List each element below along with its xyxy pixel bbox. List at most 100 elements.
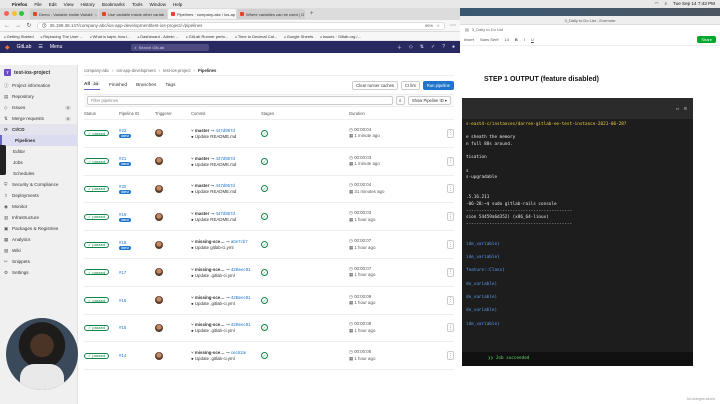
bookmark-item[interactable]: Issues · Gitlab.org /... [320, 34, 361, 39]
commit-sha[interactable]: 447d957d [215, 156, 235, 161]
insert-button[interactable]: Insert [464, 37, 474, 42]
minimize-window-button[interactable] [11, 11, 17, 16]
note-name[interactable]: 3_Daily to Do List [472, 27, 503, 32]
search-icon[interactable]: ⌕ [395, 96, 405, 105]
stage-passed-icon[interactable]: ✓ [261, 129, 268, 137]
commit-sha[interactable]: 447d957d [215, 128, 235, 133]
bookmark-item[interactable]: Dashboard - Admin ... [138, 34, 179, 39]
tab-finished[interactable]: Finished [109, 83, 127, 88]
menu-button[interactable]: Menu [50, 44, 63, 50]
branch-ref[interactable]: missing-sce… [195, 267, 225, 272]
sidebar-item-wiki[interactable]: ▧ Wiki [0, 245, 77, 256]
pipeline-id-link[interactable]: #19 [119, 212, 126, 217]
commit-sha[interactable]: 42Beec91 [231, 295, 251, 300]
more-actions-icon[interactable]: ⋮ [447, 240, 454, 250]
branch-ref[interactable]: missing-sce… [195, 322, 225, 327]
menu-tools[interactable]: Tools [132, 2, 143, 7]
stage-passed-icon[interactable]: ✓ [261, 185, 268, 193]
sidebar-project-header[interactable]: T test-ios-project [0, 65, 77, 80]
back-icon[interactable]: ← [4, 23, 10, 29]
avatar[interactable] [155, 351, 163, 360]
avatar[interactable] [155, 212, 163, 221]
browser-tab[interactable]: Demo - Variable inside Variabl × [30, 9, 98, 19]
browser-tab-active[interactable]: Pipelines · company-abc / ios-ap × [168, 9, 236, 19]
commit-message[interactable]: Update README.md [195, 189, 236, 194]
font-size-select[interactable]: 14 [504, 37, 508, 42]
table-row[interactable]: ✓ passed #14 ⑂ missing-sce… ⊸ cec61te ● U… [84, 342, 454, 371]
stage-passed-icon[interactable]: ✓ [261, 213, 268, 221]
bookmark-item[interactable]: What is kaptr, how i... [90, 34, 131, 39]
extensions-icon[interactable]: ⋯ [450, 22, 456, 29]
table-row[interactable]: ✓ passed #18 latest ⑂ missing-sce… ⊸ a0e7… [84, 231, 454, 259]
avatar[interactable] [155, 268, 163, 277]
bookmark-item[interactable]: Time to Decimal Cal... [235, 34, 277, 39]
sidebar-sub-schedules[interactable]: Schedules [0, 168, 77, 179]
sort-select[interactable]: Show Pipeline ID ▾ [407, 96, 451, 105]
tab-branches[interactable]: Branches [136, 83, 156, 88]
browser-tab[interactable]: Where variables can be used | G× [237, 9, 305, 19]
avatar[interactable] [155, 129, 163, 138]
sidebar-sub-pipelines[interactable]: Pipelines [0, 135, 77, 146]
menu-view[interactable]: View [64, 2, 74, 7]
sidebar-item-packages[interactable]: ▣ Packages & Registries [0, 223, 77, 234]
browser-tab[interactable]: Use variable inside other variab× [99, 9, 167, 19]
stage-passed-icon[interactable]: ✓ [261, 268, 268, 276]
bookmark-star-icon[interactable]: ☆ [436, 23, 440, 29]
underline-button[interactable]: U [531, 37, 534, 42]
commit-sha[interactable]: a0e7cb7 [231, 239, 248, 244]
branch-ref[interactable]: master [195, 156, 209, 161]
commit-message[interactable]: Update .gitlab-ci.yml [195, 328, 235, 333]
hamburger-icon[interactable]: ☰ [38, 44, 42, 50]
gitlab-logo-text[interactable]: GitLab [17, 44, 32, 50]
menu-edit[interactable]: Edit [49, 2, 57, 7]
breadcrumb-item[interactable]: ios-app-development [117, 68, 156, 73]
more-actions-icon[interactable]: ⋮ [447, 295, 454, 305]
status-badge[interactable]: ✓ passed [84, 324, 110, 331]
status-badge[interactable]: ✓ passed [84, 241, 110, 248]
stage-passed-icon[interactable]: ✓ [261, 296, 268, 304]
commit-message[interactable]: Update gitlab-ci.yml [195, 245, 234, 250]
more-actions-icon[interactable]: ⋮ [447, 323, 454, 333]
branch-ref[interactable]: missing-sce… [195, 350, 225, 355]
commit-message[interactable]: Update .gitlab-ci.yml [195, 356, 235, 361]
wifi-icon[interactable]: ◠ [654, 1, 658, 7]
new-tab-icon[interactable]: + [310, 11, 314, 17]
stage-passed-icon[interactable]: ✓ [261, 157, 268, 165]
pipeline-id-link[interactable]: #21 [119, 156, 126, 161]
stage-passed-icon[interactable]: ✓ [261, 352, 268, 360]
bold-button[interactable]: B [515, 37, 518, 42]
sidebar-sub-editor[interactable]: Editor [0, 146, 77, 157]
breadcrumb-item[interactable]: company-abc [84, 68, 109, 73]
branch-ref[interactable]: missing-sce… [195, 239, 225, 244]
todo-icon[interactable]: ✓ [431, 44, 435, 51]
menu-history[interactable]: History [81, 2, 95, 7]
more-actions-icon[interactable]: ⋮ [447, 128, 454, 138]
commit-sha[interactable]: cec61te [231, 350, 246, 355]
commit-sha[interactable]: 447d957d [215, 183, 235, 188]
commit-message[interactable]: Update .gitlab-ci.yml [195, 301, 235, 306]
avatar[interactable] [155, 157, 163, 166]
zoom-level[interactable]: 90% [425, 23, 433, 28]
gitlab-logo-icon[interactable]: ◆ [5, 44, 10, 51]
pipeline-id-link[interactable]: #22 [119, 128, 126, 133]
commit-message[interactable]: Update README.md [195, 162, 236, 167]
more-actions-icon[interactable]: ⋮ [447, 267, 454, 277]
commit-sha[interactable]: 447d957d [215, 211, 235, 216]
search-input[interactable]: ⌕ Search GitLab [131, 43, 210, 51]
table-row[interactable]: ✓ passed #16 ⑂ missing-sce… ⊸ 42Beec91 ● … [84, 287, 454, 315]
issues-icon[interactable]: ◇ [409, 44, 413, 51]
breadcrumb-current[interactable]: Pipelines [198, 68, 216, 73]
commit-sha[interactable]: 42Beec91 [231, 322, 251, 327]
stage-passed-icon[interactable]: ✓ [261, 241, 268, 249]
sidebar-item-deployments[interactable]: ⇪ Deployments [0, 190, 77, 201]
commit-message[interactable]: Update .gitlab-ci.yml [195, 273, 235, 278]
pipeline-id-link[interactable]: #15 [119, 325, 126, 330]
status-badge[interactable]: ✓ passed [84, 130, 110, 137]
pipeline-id-link[interactable]: #18 [119, 240, 126, 245]
sidebar-item-settings[interactable]: ⚙ Settings [0, 267, 77, 278]
table-row[interactable]: ✓ passed #19 latest ⑂ master ⊸ 447d957d ●… [84, 203, 454, 232]
table-row[interactable]: ✓ passed #17 ⑂ missing-sce… ⊸ 42Beec91 ● … [84, 259, 454, 287]
sidebar-item-cicd[interactable]: ⟳ CI/CD [0, 124, 77, 135]
menubar-clock[interactable]: Tue Sep 14 7:43 PM [673, 1, 715, 7]
run-pipeline-button[interactable]: Run pipeline [422, 80, 454, 90]
